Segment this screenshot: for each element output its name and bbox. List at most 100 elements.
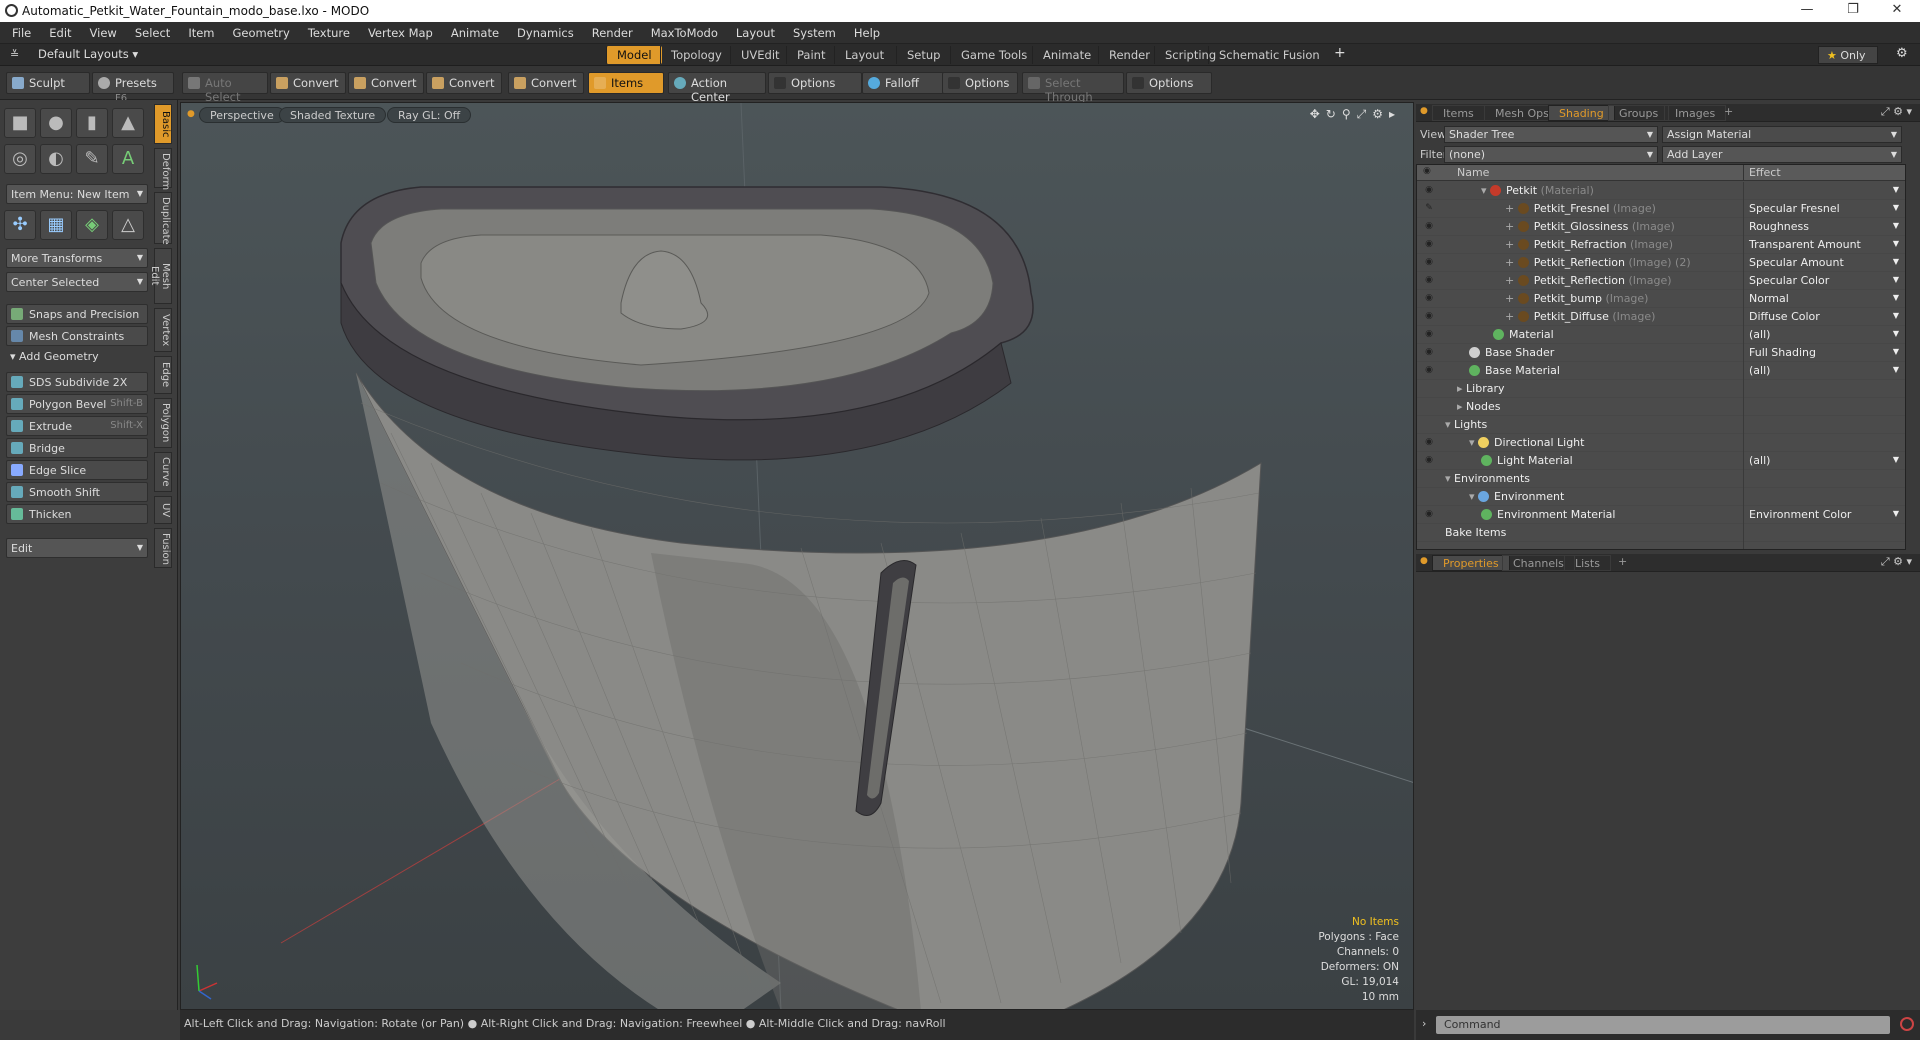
shader-tree-row[interactable]: ▾ Lights [1417, 416, 1905, 434]
text-tool-icon[interactable]: A [112, 144, 144, 174]
layer-effect[interactable]: Environment Color [1749, 508, 1851, 521]
shader-tree-row[interactable]: ◉ + Petkit_bump (Image) Normal ▼ [1417, 290, 1905, 308]
auto-select-button[interactable]: Auto Select [182, 72, 268, 104]
cylinder-icon[interactable]: ▮ [76, 108, 108, 138]
panel-options-icon[interactable]: ⤢ ⚙ ▾ [1881, 555, 1912, 569]
vtab-mesh-edit[interactable]: Mesh Edit [149, 248, 172, 304]
sphere-icon[interactable]: ● [40, 108, 72, 138]
tool-extrude[interactable]: Extrude Shift-X [6, 416, 148, 436]
add-geometry-header[interactable]: ▾ Add Geometry [10, 350, 99, 363]
menu-item[interactable]: Item [188, 22, 214, 40]
effect-dropdown-icon[interactable]: ▼ [1893, 347, 1899, 356]
effect-dropdown-icon[interactable]: ▼ [1893, 239, 1899, 248]
effect-dropdown-icon[interactable]: ▼ [1893, 257, 1899, 266]
capsule-icon[interactable]: ◐ [40, 144, 72, 174]
vtab-curve[interactable]: Curve [154, 452, 172, 492]
shader-tree-row[interactable]: ◉ + Petkit_Refraction (Image) Transparent … [1417, 236, 1905, 254]
vtab-uv[interactable]: UV [154, 496, 172, 524]
grid-icon[interactable]: ▦ [40, 210, 72, 240]
eye-icon[interactable]: ◉ [1423, 329, 1435, 339]
menu-texture[interactable]: Texture [308, 22, 350, 40]
vtab-fusion[interactable]: Fusion [154, 528, 172, 568]
menu-select[interactable]: Select [135, 22, 170, 40]
eye-icon[interactable]: ◉ [1423, 509, 1435, 519]
menu-geometry[interactable]: Geometry [233, 22, 290, 40]
props-tab-properties[interactable]: Properties [1432, 555, 1510, 571]
eye-icon[interactable]: ◉ [1423, 311, 1435, 321]
layer-effect[interactable]: (all) [1749, 454, 1770, 467]
expand-plus-icon[interactable]: + [1505, 238, 1518, 251]
layout-tab-uvedit[interactable]: UVEdit [730, 46, 790, 64]
add-tab-button[interactable]: + [1334, 45, 1346, 61]
center-selected-dropdown[interactable]: Center Selected [6, 272, 148, 292]
layer-effect[interactable]: Transparent Amount [1749, 238, 1861, 251]
layout-tab-paint[interactable]: Paint [786, 46, 835, 64]
expand-plus-icon[interactable]: + [1505, 310, 1518, 323]
item-menu-dropdown[interactable]: Item Menu: New Item [6, 184, 148, 204]
layer-effect[interactable]: Specular Fresnel [1749, 202, 1840, 215]
effect-column-header[interactable]: Effect [1749, 166, 1781, 179]
eye-icon[interactable]: ◉ [1423, 437, 1435, 447]
shader-tree-row[interactable]: ▾ Environment [1417, 488, 1905, 506]
layout-tab-model[interactable]: Model [606, 46, 662, 64]
expand-arrow-icon[interactable]: ▾ [1445, 472, 1454, 485]
panel-tab-items[interactable]: Items [1432, 105, 1485, 121]
vtab-edge[interactable]: Edge [154, 356, 172, 394]
vtab-vertex[interactable]: Vertex [154, 308, 172, 352]
layer-effect[interactable]: (all) [1749, 364, 1770, 377]
assign-material-button[interactable]: Assign Material [1662, 126, 1902, 143]
sculpt-button[interactable]: Sculpt [6, 72, 90, 94]
layout-tab-setup[interactable]: Setup [896, 46, 950, 64]
eye-icon[interactable]: ◉ [1423, 347, 1435, 357]
layout-tab-layout[interactable]: Layout [834, 46, 894, 64]
effect-dropdown-icon[interactable]: ▼ [1893, 293, 1899, 302]
shader-tree-row[interactable]: ◉ + Petkit_Diffuse (Image) Diffuse Color ▼ [1417, 308, 1905, 326]
menu-dynamics[interactable]: Dynamics [517, 22, 574, 40]
menu-render[interactable]: Render [592, 22, 633, 40]
menu-help[interactable]: Help [854, 22, 880, 40]
effect-dropdown-icon[interactable]: ▼ [1893, 311, 1899, 320]
convert-vertex-button[interactable]: Convert [270, 72, 346, 94]
layer-effect[interactable]: Diffuse Color [1749, 310, 1820, 323]
add-layer-dropdown[interactable]: Add Layer [1662, 146, 1902, 163]
layer-effect[interactable]: Specular Color [1749, 274, 1829, 287]
props-tab-lists[interactable]: Lists [1564, 555, 1611, 571]
action-center-button[interactable]: Action Center [668, 72, 766, 104]
shader-tree-row[interactable]: ◉ Environment Material Environment Color ▼ [1417, 506, 1905, 524]
effect-dropdown-icon[interactable]: ▼ [1893, 455, 1899, 464]
eye-icon[interactable]: ◉ [1423, 221, 1435, 231]
panel-menu-icon[interactable]: ● [1420, 556, 1428, 566]
menu-animate[interactable]: Animate [451, 22, 499, 40]
shader-tree-row[interactable]: ◉ + Petkit_Reflection (Image) Specular Col… [1417, 272, 1905, 290]
expand-plus-icon[interactable]: + [1505, 202, 1518, 215]
menu-file[interactable]: File [12, 22, 31, 40]
panel-menu-icon[interactable]: ● [1420, 106, 1428, 116]
pyramid-icon[interactable]: △ [112, 210, 144, 240]
select-through-button[interactable]: Select Through [1022, 72, 1124, 104]
tool-edge-slice[interactable]: Edge Slice [6, 460, 148, 480]
mesh-constraints-button[interactable]: Mesh Constraints [6, 326, 148, 346]
layout-tab-render[interactable]: Render [1098, 46, 1160, 64]
layout-tab-animate[interactable]: Animate [1032, 46, 1101, 64]
transform-icon[interactable]: ✣ [4, 210, 36, 240]
shader-tree-row[interactable]: ◉ ▾ Directional Light [1417, 434, 1905, 452]
maximize-button[interactable]: ❐ [1830, 0, 1876, 22]
expand-plus-icon[interactable]: + [1505, 256, 1518, 269]
expand-arrow-icon[interactable]: ▾ [1469, 436, 1478, 449]
expand-plus-icon[interactable]: + [1505, 274, 1518, 287]
convert-polygon-button[interactable]: Convert [426, 72, 502, 94]
effect-dropdown-icon[interactable]: ▼ [1893, 185, 1899, 194]
collapse-arrow-icon[interactable]: ▸ [1457, 382, 1466, 395]
shader-tree-row[interactable]: ◉ + Petkit_Reflection (Image) (2) Specular… [1417, 254, 1905, 272]
layout-tab-schematic-fusion[interactable]: Schematic Fusion [1208, 46, 1330, 64]
falloff-button[interactable]: Falloff [862, 72, 948, 94]
panel-options-icon[interactable]: ⤢ ⚙ ▾ [1881, 105, 1912, 119]
tool-sds-subdivide-2x[interactable]: SDS Subdivide 2X [6, 372, 148, 392]
expand-plus-icon[interactable]: + [1505, 292, 1518, 305]
menu-system[interactable]: System [793, 22, 836, 40]
effect-dropdown-icon[interactable]: ▼ [1893, 365, 1899, 374]
shader-tree-row[interactable]: ▸ Nodes [1417, 398, 1905, 416]
menu-layout[interactable]: Layout [736, 22, 775, 40]
command-input[interactable]: Command [1436, 1016, 1890, 1034]
action-center-options-button[interactable]: Options [768, 72, 862, 94]
